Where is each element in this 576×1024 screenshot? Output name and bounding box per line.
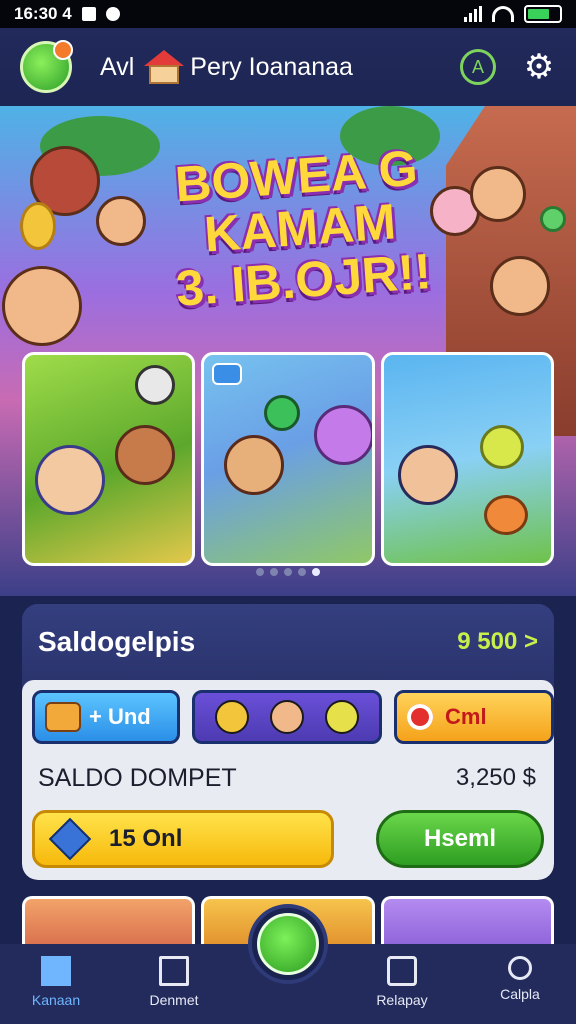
battery-icon [524, 5, 562, 23]
adventurer-character [470, 166, 526, 222]
game-card[interactable] [201, 352, 375, 566]
games-button[interactable] [192, 690, 382, 744]
carousel-dot[interactable] [256, 568, 264, 576]
banner-headline: BOWEA G KAMAM 3. IB.OJR!! [145, 140, 455, 317]
wifi-icon [492, 6, 514, 22]
treasure-icon [45, 702, 81, 732]
play-button[interactable] [248, 904, 328, 984]
kid-character [490, 256, 550, 316]
wallet-header[interactable]: Saldogelpis 9 500 > [22, 604, 554, 680]
card-icon [387, 956, 417, 986]
house-icon [144, 50, 185, 84]
creature-character [314, 405, 372, 465]
game-card[interactable] [380, 352, 554, 566]
notification-icon [81, 7, 96, 21]
location-icon [105, 7, 120, 21]
dompet-label: SALDO DOMPET [38, 764, 237, 792]
wand-icon [215, 700, 250, 734]
search-icon [508, 956, 532, 980]
app-logo-icon[interactable] [20, 40, 73, 93]
compass-icon[interactable]: A [460, 49, 496, 85]
play-icon [257, 913, 319, 975]
carousel-dot[interactable] [284, 568, 292, 576]
wallet-panel: Saldogelpis 9 500 > + Und Cml SALDO DOMP… [22, 604, 554, 880]
bird-character [135, 365, 175, 405]
carousel-dot[interactable] [298, 568, 306, 576]
game-carousel[interactable] [22, 352, 554, 566]
cash-label: Cml [445, 704, 487, 729]
frog-character [264, 395, 301, 431]
kid-character [96, 196, 146, 246]
carousel-dot[interactable] [270, 568, 278, 576]
worker-character [224, 435, 285, 495]
game-card[interactable] [22, 352, 196, 566]
bank-icon [159, 956, 189, 986]
add-funds-button[interactable]: + Und [32, 690, 180, 744]
wallet-balance[interactable]: 9 500 > [457, 628, 538, 656]
carousel-dot-active[interactable] [312, 568, 320, 576]
blob-character [479, 425, 524, 469]
wallet-actions: + Und Cml [32, 690, 554, 744]
ticket-icon [48, 817, 92, 861]
nav-label-home: Kanaan [31, 992, 81, 1008]
action-button[interactable]: Hseml [376, 810, 544, 868]
topup-label: 15 Onl [109, 825, 183, 852]
topup-button[interactable]: 15 Onl [32, 810, 334, 868]
nav-item-search[interactable]: Calpla [470, 956, 570, 1002]
settings-icon[interactable]: ⚙ [522, 50, 556, 84]
nav-item-pay[interactable]: Relapay [352, 956, 452, 1008]
cash-button[interactable]: Cml [394, 690, 554, 744]
bird-character [483, 495, 528, 535]
nav-label-pay: Relapay [376, 992, 428, 1008]
kid-character [35, 445, 105, 515]
header-title-a: Avl [100, 52, 135, 81]
cash-icon [540, 206, 566, 232]
signal-icon [464, 6, 482, 22]
coin-icon [20, 202, 56, 250]
boy-character [2, 266, 82, 346]
card-badge [212, 363, 243, 385]
home-icon [41, 956, 71, 986]
dompet-value: 3,250 $ [455, 764, 536, 791]
pirate-character [115, 425, 175, 485]
nav-item-home[interactable]: Kanaan [6, 956, 106, 1008]
flower-icon [407, 704, 433, 730]
action-label: Hseml [423, 825, 497, 852]
add-funds-label: + Und [89, 704, 151, 729]
hero-character [397, 445, 458, 505]
carousel-indicator[interactable] [0, 568, 576, 576]
status-time: 16:30 4 [14, 4, 72, 23]
app-header: Avl Pery Ioananaa A ⚙ [0, 28, 576, 106]
nav-label-search: Calpla [500, 986, 540, 1002]
battery-fill [528, 9, 549, 19]
nav-item-wallet[interactable]: Denmet [124, 956, 224, 1008]
wallet-body: + Und Cml SALDO DOMPET 3,250 $ 15 Onl Hs… [22, 680, 554, 880]
header-title-b: Pery Ioananaa [190, 52, 353, 81]
status-bar: 16:30 4 [0, 0, 576, 28]
character-icon [324, 700, 359, 734]
wallet-title: Saldogelpis [38, 626, 196, 657]
nav-label-wallet: Denmet [149, 992, 199, 1008]
promo-banner[interactable]: BOWEA G KAMAM 3. IB.OJR!! [0, 106, 576, 596]
avatar-icon [269, 700, 304, 734]
